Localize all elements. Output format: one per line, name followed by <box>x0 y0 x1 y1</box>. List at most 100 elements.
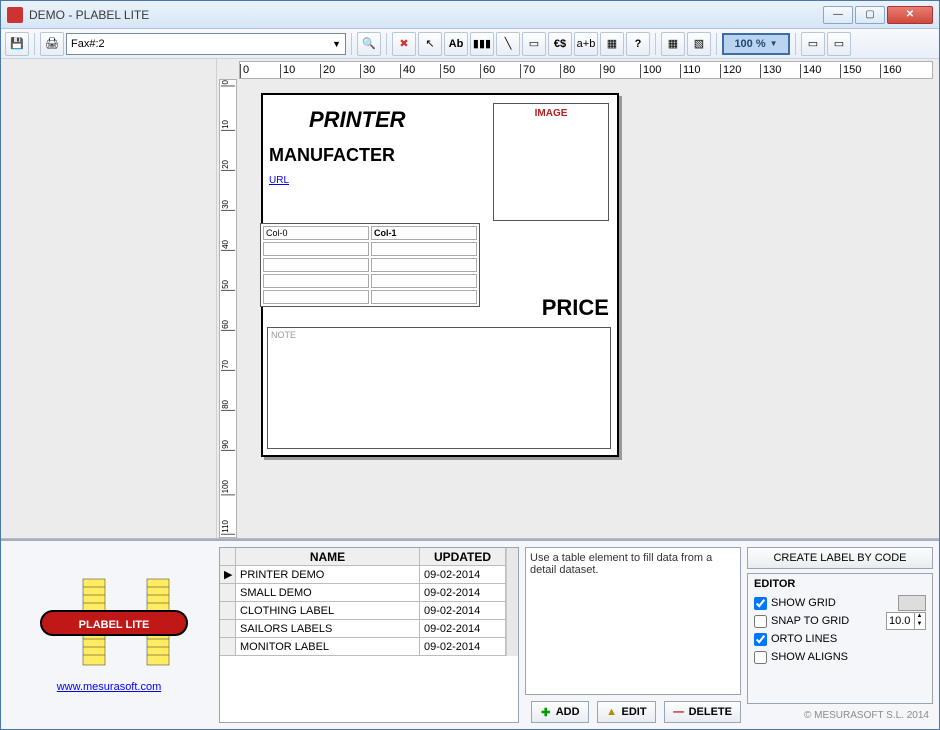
vendor-link[interactable]: www.mesurasoft.com <box>57 681 162 693</box>
editor-panel: EDITOR SHOW GRID SNAP TO GRID 10.0 ▲▼ OR… <box>747 573 933 704</box>
grid-icon: ▦ <box>668 37 678 50</box>
printer-select-value: Fax#:2 <box>71 38 105 50</box>
note-label: NOTE <box>271 330 296 340</box>
edit-button[interactable]: ▲EDIT <box>597 701 656 723</box>
barcode-icon: ▮▮▮ <box>473 37 491 50</box>
printer-select[interactable]: Fax#:2 ▼ <box>66 33 346 55</box>
line-tool-button[interactable]: ╲ <box>496 32 520 56</box>
rect-tool-button[interactable]: ▭ <box>522 32 546 56</box>
table-header-1: Col-1 <box>371 226 477 240</box>
label-image-placeholder[interactable]: IMAGE <box>493 103 609 221</box>
canvas-area: 0102030405060708090100110120130140150160… <box>217 59 939 538</box>
calendar-tool-button[interactable]: ▦ <box>600 32 624 56</box>
app-icon <box>7 7 23 23</box>
image-icon: ▧ <box>694 37 704 50</box>
row-indicator-header <box>220 548 236 566</box>
pointer-icon: ↖ <box>425 37 434 50</box>
line-icon: ╲ <box>505 37 512 50</box>
fit-icon: ▭ <box>808 37 818 50</box>
fullscreen-icon: ▭ <box>834 37 844 50</box>
show-grid-checkbox[interactable]: SHOW GRID <box>754 594 836 612</box>
snap-value-spinner[interactable]: 10.0 ▲▼ <box>886 612 926 630</box>
cell-name: PRINTER DEMO <box>236 566 420 584</box>
minimize-button[interactable]: — <box>823 6 853 24</box>
label-url[interactable]: URL <box>269 175 289 186</box>
svg-text:PLABEL LITE: PLABEL LITE <box>79 619 150 631</box>
save-button[interactable]: 💾 <box>5 32 29 56</box>
row-indicator <box>220 620 236 638</box>
row-indicator <box>220 638 236 656</box>
help-button[interactable]: ? <box>626 32 650 56</box>
help-icon: ? <box>635 38 642 50</box>
table-row[interactable]: ▶PRINTER DEMO09-02-2014 <box>220 566 506 584</box>
editor-header: EDITOR <box>754 578 926 590</box>
delete-button[interactable]: —DELETE <box>664 701 741 723</box>
chevron-down-icon: ▼ <box>332 39 341 49</box>
horizontal-ruler: 0102030405060708090100110120130140150160 <box>239 61 933 79</box>
currency-tool-button[interactable]: €$ <box>548 32 572 56</box>
label-title[interactable]: PRINTER <box>309 107 406 133</box>
table-row[interactable]: MONITOR LABEL09-02-2014 <box>220 638 506 656</box>
search-icon: 🔍 <box>362 37 376 50</box>
labels-grid: NAME UPDATED ▶PRINTER DEMO09-02-2014SMAL… <box>219 547 519 723</box>
rect-icon: ▭ <box>529 37 539 50</box>
expression-tool-button[interactable]: a+b <box>574 32 598 56</box>
grid-button[interactable]: ▦ <box>661 32 685 56</box>
plus-icon: ✚ <box>540 706 552 718</box>
delete-tool-button[interactable]: ✖ <box>392 32 416 56</box>
grid-color-swatch[interactable] <box>898 595 926 611</box>
pointer-tool-button[interactable]: ↖ <box>418 32 442 56</box>
table-row[interactable]: CLOTHING LABEL09-02-2014 <box>220 602 506 620</box>
row-indicator: ▶ <box>220 566 236 584</box>
label-manufacturer[interactable]: MANUFACTER <box>269 145 395 166</box>
maximize-button[interactable]: ▢ <box>855 6 885 24</box>
cell-name: SAILORS LABELS <box>236 620 420 638</box>
snap-to-grid-checkbox[interactable]: SNAP TO GRID <box>754 612 849 630</box>
save-icon: 💾 <box>10 37 24 50</box>
col-updated-header[interactable]: UPDATED <box>420 548 506 566</box>
col-name-header[interactable]: NAME <box>236 548 420 566</box>
table-header-0: Col-0 <box>263 226 369 240</box>
cell-name: CLOTHING LABEL <box>236 602 420 620</box>
window-title: DEMO - PLABEL LITE <box>29 8 149 22</box>
cell-name: SMALL DEMO <box>236 584 420 602</box>
image-label: IMAGE <box>494 108 608 119</box>
orto-lines-checkbox[interactable]: ORTO LINES <box>754 630 926 648</box>
print-icon: 🖨 <box>45 37 59 50</box>
hint-box: Use a table element to fill data from a … <box>525 547 741 695</box>
show-aligns-checkbox[interactable]: SHOW ALIGNS <box>754 648 926 666</box>
label-price[interactable]: PRICE <box>542 295 609 321</box>
create-label-by-code-button[interactable]: CREATE LABEL BY CODE <box>747 547 933 569</box>
close-button[interactable]: ✕ <box>887 6 933 24</box>
print-button[interactable]: 🖨 <box>40 32 64 56</box>
add-button[interactable]: ✚ADD <box>531 701 589 723</box>
fit-width-button[interactable]: ▭ <box>801 32 825 56</box>
barcode-tool-button[interactable]: ▮▮▮ <box>470 32 494 56</box>
toolbar: 💾 🖨 Fax#:2 ▼ 🔍 ✖ ↖ Ab ▮▮▮ ╲ ▭ €$ a+b ▦ ?… <box>1 29 939 59</box>
preview-button[interactable]: 🔍 <box>357 32 381 56</box>
label-canvas[interactable]: PRINTER MANUFACTER URL IMAGE Col-0Col-1 … <box>261 93 619 457</box>
left-panel <box>1 59 217 538</box>
copyright: © MESURASOFT S.L. 2014 <box>747 708 933 723</box>
label-table[interactable]: Col-0Col-1 <box>260 223 480 307</box>
cell-updated: 09-02-2014 <box>420 602 506 620</box>
expression-icon: a+b <box>577 38 596 50</box>
table-row[interactable]: SMALL DEMO09-02-2014 <box>220 584 506 602</box>
grid-scrollbar[interactable] <box>506 548 518 656</box>
table-row[interactable]: SAILORS LABELS09-02-2014 <box>220 620 506 638</box>
row-indicator <box>220 602 236 620</box>
text-icon: Ab <box>449 38 464 50</box>
vertical-ruler: 0102030405060708090100110 <box>219 79 237 538</box>
calendar-icon: ▦ <box>607 37 617 50</box>
image-button[interactable]: ▧ <box>687 32 711 56</box>
label-note-box[interactable]: NOTE <box>267 327 611 449</box>
minus-icon: — <box>673 706 685 718</box>
cell-updated: 09-02-2014 <box>420 638 506 656</box>
row-indicator <box>220 584 236 602</box>
currency-icon: €$ <box>554 38 566 50</box>
zoom-display[interactable]: 100 %▼ <box>722 33 790 55</box>
cell-name: MONITOR LABEL <box>236 638 420 656</box>
plabel-logo: PLABEL LITE <box>29 577 189 667</box>
text-tool-button[interactable]: Ab <box>444 32 468 56</box>
fullscreen-button[interactable]: ▭ <box>827 32 851 56</box>
